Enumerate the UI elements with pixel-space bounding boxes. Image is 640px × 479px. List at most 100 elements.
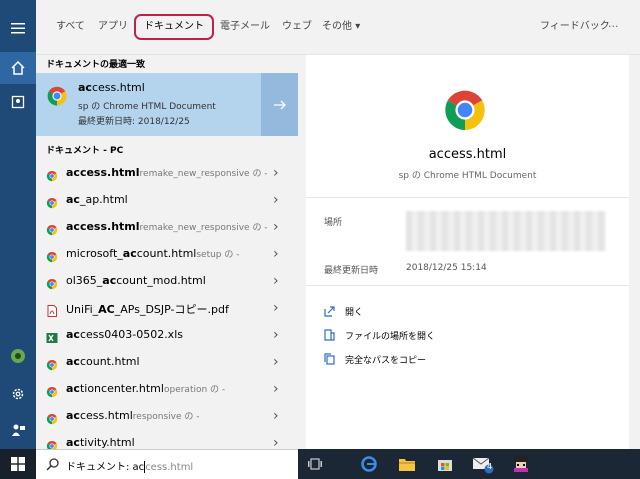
open-icon — [324, 305, 335, 317]
tab-more-label: その他 — [322, 21, 352, 32]
best-match-title: access.html — [78, 81, 145, 94]
chrome-icon — [46, 248, 58, 263]
location-value-redacted — [406, 211, 606, 251]
chrome-icon — [46, 410, 58, 425]
chrome-icon — [46, 194, 58, 209]
feedback-person-icon[interactable] — [0, 414, 36, 446]
result-item-name: actioncenter.htmloperation の - — [66, 382, 225, 395]
hamburger-menu-icon[interactable] — [0, 12, 36, 44]
result-item[interactable]: access0403-0502.xls › — [36, 322, 298, 349]
result-name-rest: cess.html — [79, 409, 133, 422]
result-item[interactable]: access.htmlresponsive の - › — [36, 403, 298, 430]
arrow-right-icon[interactable] — [261, 73, 298, 136]
result-item-folder: setup の - — [196, 250, 240, 260]
result-name-match: ac — [66, 409, 80, 422]
windows-logo-icon — [11, 457, 25, 471]
result-name-prefix: microsoft_ — [66, 247, 123, 260]
chevron-right-icon[interactable]: › — [273, 354, 279, 370]
result-item-name: ol365_account_mod.html — [66, 274, 206, 287]
result-item[interactable]: access.htmlremake_new_responsive の - › — [36, 214, 298, 241]
chrome-icon — [46, 275, 58, 290]
open-action[interactable]: 開く — [324, 303, 363, 319]
result-item-name: UniFi_AC_APs_DSJP-コピー.pdf — [66, 301, 229, 317]
result-item[interactable]: access.htmlremake_new_responsive の - › — [36, 160, 298, 187]
open-file-location-action[interactable]: ファイルの場所を開く — [324, 327, 435, 343]
best-match-header: ドキュメントの最適一致 — [46, 60, 146, 70]
chevron-right-icon[interactable]: › — [273, 300, 279, 316]
preview-pane: access.html sp の Chrome HTML Document 場所… — [306, 55, 629, 449]
result-name-rest: cess0403-0502.xls — [79, 328, 183, 341]
file-explorer-icon[interactable] — [390, 449, 424, 479]
tab-all[interactable]: すべて — [56, 14, 85, 40]
mail-icon[interactable]: 4 — [466, 449, 500, 479]
chevron-right-icon[interactable]: › — [273, 408, 279, 424]
result-item[interactable]: ol365_account_mod.html › — [36, 268, 298, 295]
search-box[interactable]: ドキュメント: access.html — [36, 449, 298, 479]
result-name-match: ac — [66, 382, 80, 395]
result-item-name: activity.html — [66, 436, 135, 449]
result-item[interactable]: activity.html › — [36, 430, 298, 449]
notebook-icon[interactable] — [0, 86, 36, 118]
chevron-right-icon[interactable]: › — [273, 219, 279, 235]
copy-full-path-action[interactable]: 完全なパスをコピー — [324, 351, 426, 367]
chrome-icon — [46, 221, 58, 236]
chevron-right-icon[interactable]: › — [273, 381, 279, 397]
result-name-match: ac — [102, 274, 117, 287]
store-icon[interactable] — [428, 449, 462, 479]
chevron-right-icon[interactable]: › — [273, 435, 279, 449]
best-match-title-match: ac — [78, 81, 92, 94]
task-view-icon[interactable] — [298, 449, 332, 479]
chevron-right-icon[interactable]: › — [273, 273, 279, 289]
preview-title: access.html — [428, 147, 507, 162]
result-item-name: access0403-0502.xls — [66, 328, 183, 341]
result-item-name: account.html — [66, 355, 140, 368]
tab-web[interactable]: ウェブ — [282, 14, 312, 40]
chevron-right-icon[interactable]: › — [273, 327, 279, 343]
result-item-name: microsoft_account.htmlsetup の - — [66, 247, 240, 260]
result-name-rest: tioncenter.html — [79, 382, 164, 395]
copy-full-path-label: 完全なパスをコピー — [345, 355, 427, 366]
result-name-match: access.html — [66, 166, 140, 179]
pdf-icon — [46, 302, 58, 317]
result-item-name: ac_ap.html — [66, 193, 128, 206]
result-name-match: ac — [66, 193, 80, 206]
result-item[interactable]: microsoft_account.htmlsetup の - › — [36, 241, 298, 268]
results-list: ドキュメントの最適一致 access.html sp の Chrome HTML… — [36, 55, 298, 449]
edge-icon[interactable] — [352, 449, 386, 479]
result-item[interactable]: actioncenter.htmloperation の - › — [36, 376, 298, 403]
search-typed-text: ドキュメント: ac — [66, 462, 145, 473]
tab-apps[interactable]: アプリ — [98, 14, 128, 40]
best-match-item[interactable]: access.html sp の Chrome HTML Document 最終… — [36, 73, 298, 136]
copy-icon — [324, 353, 335, 365]
chevron-right-icon[interactable]: › — [273, 192, 279, 208]
left-rail — [0, 0, 36, 449]
chevron-right-icon[interactable]: › — [273, 165, 279, 181]
app-character-icon[interactable] — [504, 449, 538, 479]
avatar[interactable] — [0, 340, 36, 372]
home-icon[interactable] — [0, 52, 36, 84]
tab-more[interactable]: その他 ▾ — [322, 14, 360, 40]
result-name-match: AC — [98, 303, 115, 316]
divider — [306, 197, 629, 198]
gear-icon[interactable] — [0, 378, 36, 410]
start-button[interactable] — [0, 449, 36, 479]
result-name-match: ac — [66, 328, 80, 341]
search-input[interactable]: ドキュメント: access.html — [66, 458, 193, 473]
chevron-down-icon: ▾ — [355, 21, 361, 32]
result-item[interactable]: account.html › — [36, 349, 298, 376]
result-item[interactable]: UniFi_AC_APs_DSJP-コピー.pdf › — [36, 295, 298, 322]
tab-documents[interactable]: ドキュメント — [134, 14, 214, 40]
chevron-right-icon[interactable]: › — [273, 246, 279, 262]
divider — [306, 285, 629, 286]
feedback-link[interactable]: フィードバック — [540, 14, 610, 40]
scroll-gutter — [629, 55, 640, 449]
result-item-folder: responsive の - — [132, 412, 200, 422]
best-match-modified: 最終更新日時: 2018/12/25 — [78, 117, 190, 127]
overflow-menu-icon[interactable]: ··· — [608, 14, 619, 40]
pc-documents-header: ドキュメント - PC — [46, 146, 124, 156]
result-name-rest: count_mod.html — [116, 274, 206, 287]
result-name-match: access.html — [66, 220, 140, 233]
result-item[interactable]: ac_ap.html › — [36, 187, 298, 214]
file-location-icon — [324, 329, 335, 341]
tab-email[interactable]: 電子メール — [220, 14, 270, 40]
